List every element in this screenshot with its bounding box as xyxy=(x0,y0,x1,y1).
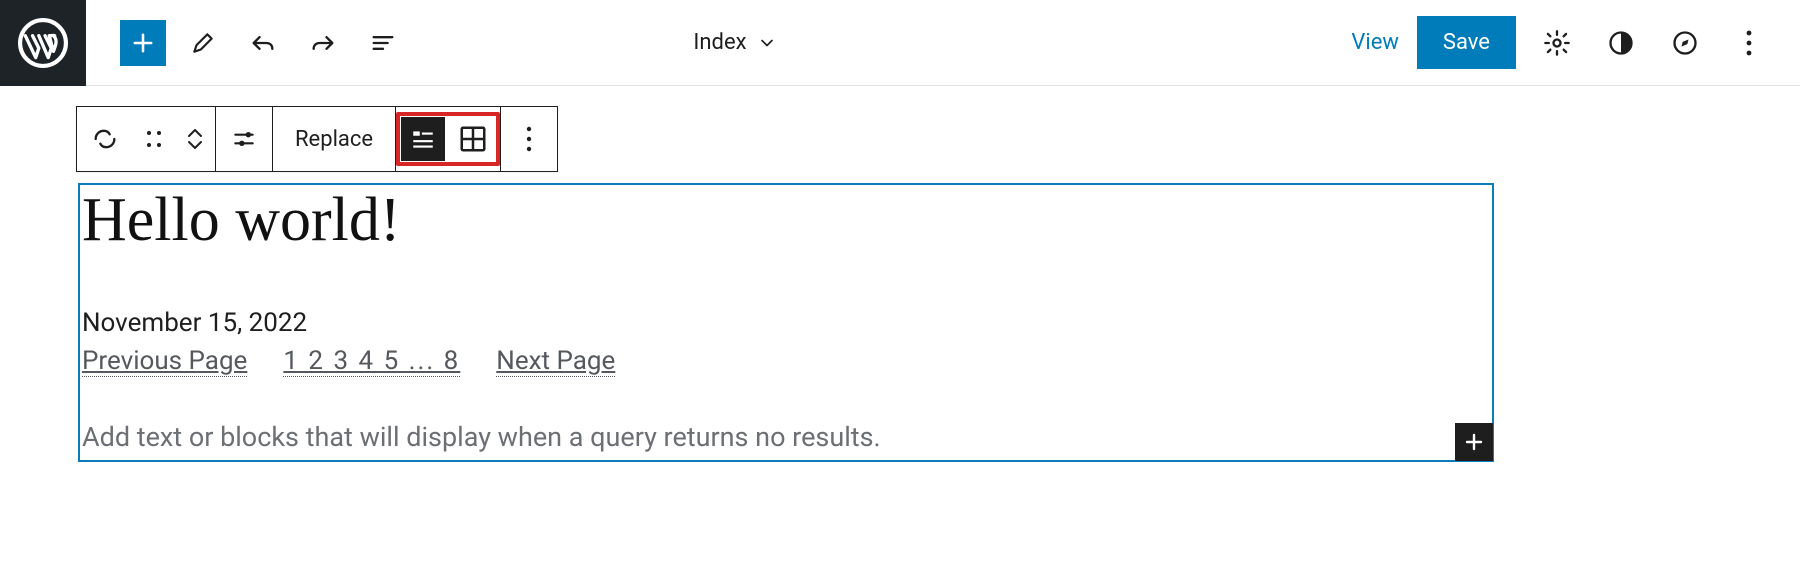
post-date[interactable]: November 15, 2022 xyxy=(80,308,1492,338)
layout-switcher-highlight xyxy=(396,112,500,166)
chevron-down-icon xyxy=(757,33,777,53)
layout-list-button[interactable] xyxy=(401,117,445,161)
list-view-icon xyxy=(369,29,397,57)
settings-button[interactable] xyxy=(1534,20,1580,66)
pagination-prev[interactable]: Previous Page xyxy=(82,346,247,377)
block-more-options[interactable] xyxy=(501,107,557,171)
list-view-button[interactable] xyxy=(360,20,406,66)
compass-icon xyxy=(1671,29,1699,57)
wp-logo-button[interactable] xyxy=(0,0,86,86)
compass-button[interactable] xyxy=(1662,20,1708,66)
block-toolbar: Replace xyxy=(76,106,558,172)
editor-topbar: Index View Save xyxy=(0,0,1800,86)
move-arrows[interactable] xyxy=(175,127,215,151)
styles-icon xyxy=(1607,29,1635,57)
post-title[interactable]: Hello world! xyxy=(80,185,1492,256)
display-settings-button[interactable] xyxy=(216,107,272,171)
redo-button[interactable] xyxy=(300,20,346,66)
drag-handle[interactable] xyxy=(133,107,175,171)
layout-grid-button[interactable] xyxy=(451,117,495,161)
no-results-placeholder[interactable]: Add text or blocks that will display whe… xyxy=(80,421,1492,453)
layout-grid-icon xyxy=(458,124,488,154)
chevron-up-icon xyxy=(186,127,204,139)
more-options-button[interactable] xyxy=(1726,20,1772,66)
pagination-numbers[interactable]: 1 2 3 4 5 ... 8 xyxy=(283,346,460,377)
replace-button[interactable]: Replace xyxy=(273,127,395,152)
loop-icon xyxy=(91,125,119,153)
block-appender-button[interactable] xyxy=(1455,423,1493,461)
add-block-button[interactable] xyxy=(120,20,166,66)
query-loop-block-button[interactable] xyxy=(77,107,133,171)
pagination-next[interactable]: Next Page xyxy=(496,346,615,377)
left-tools xyxy=(120,20,406,66)
gear-icon xyxy=(1543,29,1571,57)
pencil-icon xyxy=(190,30,216,56)
right-tools: View Save xyxy=(1351,16,1800,69)
undo-icon xyxy=(249,29,277,57)
document-title: Index xyxy=(693,30,746,55)
drag-icon xyxy=(145,127,163,151)
more-vertical-icon xyxy=(526,126,532,152)
tools-button[interactable] xyxy=(180,20,226,66)
undo-button[interactable] xyxy=(240,20,286,66)
redo-icon xyxy=(309,29,337,57)
styles-button[interactable] xyxy=(1598,20,1644,66)
wordpress-icon xyxy=(18,18,68,68)
layout-list-icon xyxy=(410,126,436,152)
sliders-icon xyxy=(231,126,257,152)
plus-icon xyxy=(1462,430,1486,454)
save-button[interactable]: Save xyxy=(1417,16,1516,69)
chevron-down-icon xyxy=(186,139,204,151)
query-loop-block[interactable]: Hello world! November 15, 2022 Previous … xyxy=(78,183,1494,462)
view-link[interactable]: View xyxy=(1351,30,1399,55)
pagination: Previous Page 1 2 3 4 5 ... 8 Next Page xyxy=(80,346,1492,377)
document-title-dropdown[interactable]: Index xyxy=(693,30,776,55)
plus-icon xyxy=(129,29,157,57)
more-vertical-icon xyxy=(1746,30,1752,56)
